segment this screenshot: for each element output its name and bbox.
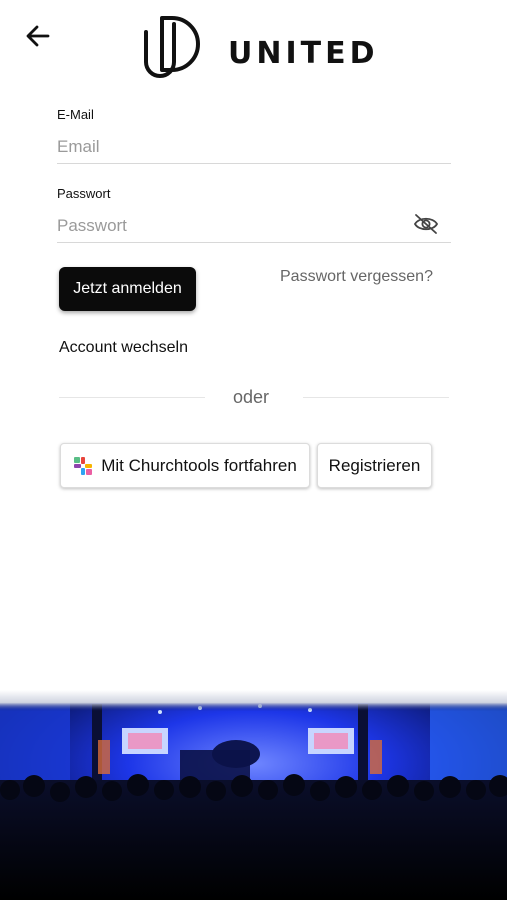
concert-stage-image: [0, 690, 507, 900]
forgot-password-link[interactable]: Passwort vergessen?: [280, 268, 433, 286]
divider-line-right: [303, 397, 449, 398]
login-button[interactable]: Jetzt anmelden: [59, 267, 196, 311]
divider-text: oder: [233, 387, 270, 407]
email-label: E-Mail: [57, 107, 94, 122]
churchtools-button[interactable]: Mit Churchtools fortfahren: [60, 443, 310, 488]
united-logo-mark: [144, 16, 200, 78]
united-logo: UNITED: [140, 16, 375, 84]
toggle-password-visibility[interactable]: [412, 212, 440, 236]
divider-line-left: [59, 397, 205, 398]
logo-text: UNITED: [228, 36, 379, 71]
eye-off-icon: [413, 214, 439, 234]
password-input[interactable]: [57, 209, 451, 243]
switch-account-link[interactable]: Account wechseln: [59, 339, 188, 357]
password-label: Passwort: [57, 186, 111, 201]
register-button[interactable]: Registrieren: [317, 443, 432, 488]
arrow-left-icon: [26, 25, 50, 47]
email-input[interactable]: [57, 130, 451, 164]
back-button[interactable]: [24, 22, 52, 50]
churchtools-label: Mit Churchtools fortfahren: [101, 455, 297, 475]
churchtools-icon: [74, 456, 93, 475]
